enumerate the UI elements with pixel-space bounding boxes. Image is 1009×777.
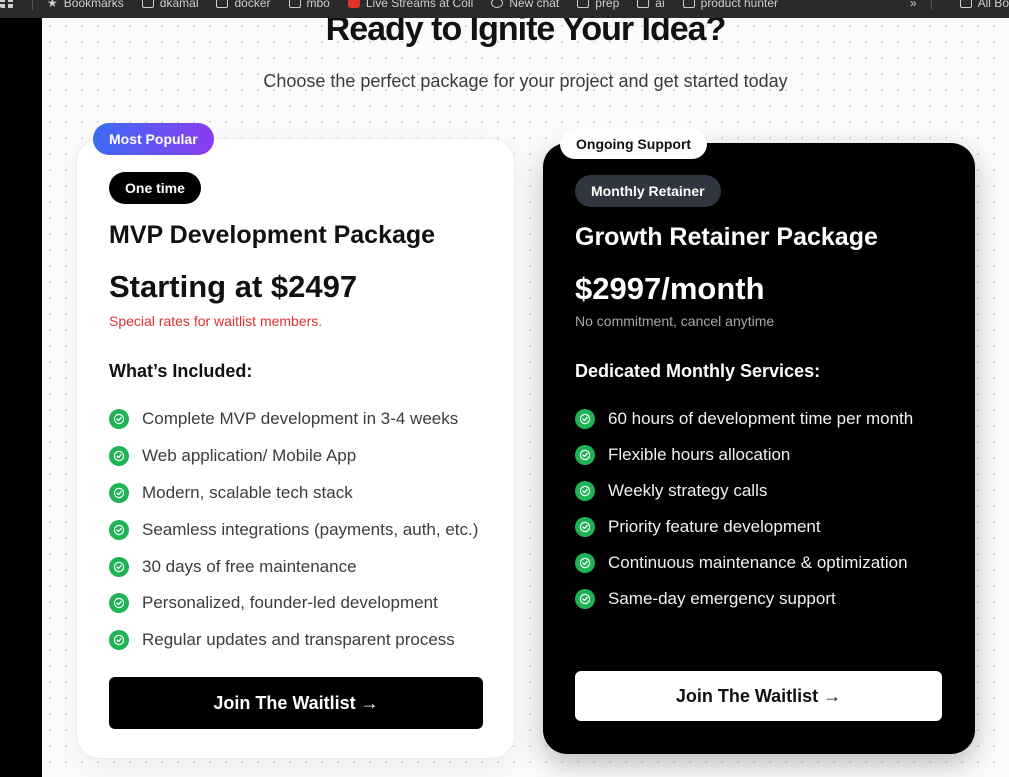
feature-item: Same-day emergency support	[575, 581, 913, 617]
feature-item: Complete MVP development in 3-4 weeks	[109, 401, 478, 438]
star-icon: ★	[47, 0, 58, 10]
bookmark-label: docker	[234, 0, 271, 10]
feature-text: Priority feature development	[608, 517, 821, 536]
feature-text: Complete MVP development in 3-4 weeks	[142, 409, 459, 429]
bookmark-label: ai	[655, 0, 665, 10]
bookmark-label: Live Streams at Coll	[365, 0, 474, 10]
folder-icon	[959, 0, 972, 8]
feature-item: Seamless integrations (payments, auth, e…	[109, 511, 478, 548]
check-circle-icon	[109, 593, 129, 614]
join-waitlist-button[interactable]: Join The Waitlist →	[575, 671, 942, 721]
bookmark-item[interactable]: ★ Bookmarks	[47, 0, 124, 10]
folder-icon	[577, 0, 590, 8]
bookmark-item[interactable]: dkamal	[141, 0, 199, 10]
chat-icon	[491, 0, 504, 8]
pricing-card-retainer: Ongoing Support Monthly Retainer Growth …	[543, 129, 975, 754]
page-headline: Ready to Ignite Your Idea?	[325, 18, 727, 48]
bookmark-label: mbo	[306, 0, 330, 10]
red-app-icon	[347, 0, 360, 8]
bookmark-item[interactable]: prep	[577, 0, 619, 10]
feature-item: Regular updates and transparent process	[109, 622, 478, 659]
folder-icon	[216, 0, 229, 8]
check-circle-icon	[575, 589, 595, 609]
check-circle-icon	[575, 553, 595, 573]
features-heading: Dedicated Monthly Services:	[575, 361, 821, 381]
page-subheadline: Choose the perfect package for your proj…	[263, 71, 788, 91]
check-circle-icon	[575, 517, 595, 537]
check-circle-icon	[109, 630, 129, 651]
bookmark-label: dkamal	[159, 0, 199, 10]
feature-text: Web application/ Mobile App	[142, 446, 357, 466]
folder-icon	[141, 0, 154, 8]
features-heading: What’s Included:	[109, 361, 253, 381]
pricing-section: Ready to Ignite Your Idea? Choose the pe…	[42, 18, 1009, 777]
folder-icon	[682, 0, 695, 8]
apps-grid-icon	[0, 0, 14, 8]
join-waitlist-button[interactable]: Join The Waitlist →	[109, 677, 483, 729]
bookmark-label: prep	[595, 0, 620, 10]
plan-title: MVP Development Package	[109, 221, 436, 249]
feature-list: 60 hours of development time per month F…	[575, 401, 913, 617]
plan-type-tag: Monthly Retainer	[575, 175, 721, 207]
folder-icon	[288, 0, 301, 8]
feature-text: Continuous maintenance & optimization	[608, 553, 908, 572]
check-circle-icon	[575, 481, 595, 501]
feature-item: 60 hours of development time per month	[575, 401, 913, 437]
feature-text: Same-day emergency support	[608, 589, 836, 608]
bookmark-item[interactable]: product hunter	[682, 0, 779, 10]
feature-text: 60 hours of development time per month	[608, 409, 914, 428]
feature-text: 30 days of free maintenance	[142, 556, 357, 576]
bookmark-item[interactable]: Live Streams at Coll	[347, 0, 474, 10]
ongoing-support-badge: Ongoing Support	[560, 129, 708, 159]
feature-list: Complete MVP development in 3-4 weeks We…	[109, 401, 478, 659]
bookmark-label: Bookmarks	[63, 0, 124, 10]
feature-item: Priority feature development	[575, 509, 913, 545]
plan-price: Starting at $2497	[109, 269, 358, 304]
feature-text: Modern, scalable tech stack	[142, 482, 353, 502]
check-circle-icon	[109, 446, 129, 467]
feature-text: Flexible hours allocation	[608, 445, 791, 464]
plan-title: Growth Retainer Package	[575, 223, 878, 251]
feature-text: Weekly strategy calls	[608, 481, 768, 500]
bookmarks-bar: ★ Bookmarks dkamal docker mbo Live Stream…	[0, 0, 1009, 18]
bookmark-label: New chat	[509, 0, 560, 10]
plan-type-tag: One time	[109, 172, 201, 204]
check-circle-icon	[109, 556, 129, 577]
bookmarks-separator	[930, 0, 932, 10]
apps-button[interactable]	[0, 0, 14, 8]
bookmarks-overflow-button[interactable]: »	[910, 0, 917, 10]
check-circle-icon	[109, 409, 129, 430]
feature-item: Modern, scalable tech stack	[109, 475, 478, 512]
feature-item: Web application/ Mobile App	[109, 438, 478, 475]
check-circle-icon	[109, 519, 129, 540]
feature-text: Personalized, founder-led development	[142, 593, 438, 613]
bookmark-item[interactable]: docker	[216, 0, 271, 10]
feature-item: 30 days of free maintenance	[109, 548, 478, 585]
bookmark-item[interactable]: ai	[637, 0, 665, 10]
feature-item: Weekly strategy calls	[575, 473, 913, 509]
feature-text: Regular updates and transparent process	[142, 630, 455, 650]
feature-text: Seamless integrations (payments, auth, e…	[142, 519, 479, 539]
pricing-card-mvp: Most Popular One time MVP Development Pa…	[76, 123, 515, 759]
plan-note: No commitment, cancel anytime	[575, 313, 775, 329]
folder-icon	[637, 0, 650, 8]
plan-note: Special rates for waitlist members.	[109, 313, 323, 329]
most-popular-badge: Most Popular	[93, 123, 214, 155]
check-circle-icon	[575, 409, 595, 429]
bookmark-label: All Bo	[977, 0, 1009, 10]
bookmark-label: product hunter	[700, 0, 779, 10]
feature-item: Flexible hours allocation	[575, 437, 913, 473]
check-circle-icon	[109, 482, 129, 503]
bookmark-item[interactable]: New chat	[491, 0, 559, 10]
plan-price: $2997/month	[575, 271, 765, 306]
feature-item: Personalized, founder-led development	[109, 585, 478, 622]
check-circle-icon	[575, 445, 595, 465]
bookmarks-separator	[32, 0, 33, 10]
feature-item: Continuous maintenance & optimization	[575, 545, 913, 581]
bookmark-item[interactable]: mbo	[288, 0, 330, 10]
all-bookmarks-button[interactable]: All Bo	[959, 0, 1009, 10]
